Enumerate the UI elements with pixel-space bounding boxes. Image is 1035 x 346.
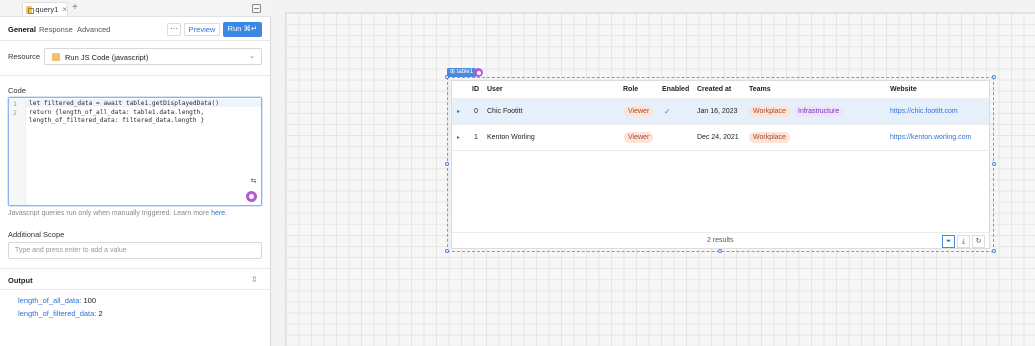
cell-created-at: Dec 24, 2021 [697,134,739,141]
query-tab-label: query1 [35,5,59,14]
team-tag: Workplace [749,132,790,143]
resource-value: Run JS Code (javascript) [65,53,149,62]
column-header-enabled[interactable]: Enabled [662,86,689,93]
team-tag: Workplace [749,106,790,117]
team-tag: Infrastructure [794,106,844,117]
line-number: 2 [13,109,17,117]
results-count: 2 results [707,237,734,244]
resize-handle[interactable] [992,75,996,79]
table-row[interactable]: ▸ 1 Kenton Worling Viewer Dec 24, 2021 W… [452,124,989,150]
tab-advanced[interactable]: Advanced [77,25,110,34]
close-icon[interactable]: × [62,5,67,14]
column-header-created-at[interactable]: Created at [697,86,731,93]
resize-handle[interactable] [445,162,449,166]
table-row[interactable]: ▸ 0 Chic Footitt Viewer ✓ Jan 16, 2023 W… [452,98,989,124]
download-icon[interactable]: ⤓ [957,235,970,248]
code-line: length_of_filtered_data: filtered_data.l… [29,117,205,124]
cell-user: Kenton Worling [487,134,535,141]
cell-created-at: Jan 16, 2023 [697,108,738,115]
code-line: return {length_of_all_data: table1.data.… [29,109,205,116]
query-tab-bar: query1 × + [0,0,271,17]
check-icon: ✓ [664,107,671,116]
cell-id: 0 [474,108,478,115]
query-editor-panel: query1 × + General Response Advanced ···… [0,0,271,346]
column-header-teams[interactable]: Teams [749,86,771,93]
resize-handle[interactable] [992,162,996,166]
website-link[interactable]: https://kenton.worling.com [890,134,971,141]
output-row: length_of_filtered_data: 2 [18,309,103,318]
js-resource-icon [52,53,60,61]
output-key: length_of_all_data: [18,296,82,305]
role-tag: Viewer [624,132,654,143]
run-button[interactable]: Run ⌘↵ [223,22,262,37]
js-query-icon [26,5,35,14]
tab-general[interactable]: General [8,25,36,34]
divider [0,75,271,76]
expand-output-icon[interactable]: ⇳ [251,275,258,284]
column-header-website[interactable]: Website [890,86,917,93]
role-tag: Viewer [624,106,654,117]
code-line: let filtered_data = await table1.getDisp… [29,100,219,107]
resize-handle[interactable] [992,249,996,253]
component-tag[interactable]: ⊞ table1 [447,68,477,77]
divider [0,268,271,269]
hint-text: Javascript queries run only when manuall… [8,210,212,217]
refresh-icon[interactable]: ↻ [972,235,985,248]
expand-row-icon[interactable]: ▸ [457,134,460,141]
table1[interactable]: ID User Role Enabled Created at Teams We… [451,80,990,249]
line-number: 1 [13,100,17,108]
filter-icon[interactable]: ⏷ [942,235,955,248]
output-value: 100 [83,296,96,305]
tab-response[interactable]: Response [39,25,73,34]
cell-user: Chic Footitt [487,108,523,115]
expand-row-icon[interactable]: ▸ [457,108,460,115]
code-label: Code [8,86,26,95]
output-label: Output [8,276,33,285]
query-tab[interactable]: query1 × [22,2,68,16]
resource-select[interactable]: Run JS Code (javascript) ⌄ [44,48,262,65]
resize-handle[interactable] [718,249,722,253]
preview-button[interactable]: Preview [184,23,220,36]
learn-more-link[interactable]: here [211,210,225,217]
line-gutter: 1 2 [9,98,26,205]
resource-label: Resource [8,52,41,61]
additional-scope-label: Additional Scope [8,230,65,239]
output-key: length_of_filtered_data: [18,309,97,318]
chevron-down-icon: ⌄ [249,53,255,60]
additional-scope-input[interactable]: Type and press enter to add a value [8,242,262,259]
resize-handle[interactable] [445,249,449,253]
trigger-hint: Javascript queries run only when manuall… [8,210,227,217]
row-divider [452,150,989,151]
website-link[interactable]: https://chic.footitt.com [890,108,958,115]
divider [0,289,271,290]
ai-assist-icon[interactable] [474,68,483,77]
more-options-button[interactable]: ··· [167,23,181,36]
output-row: length_of_all_data: 100 [18,296,96,305]
code-editor[interactable]: 1 2 let filtered_data = await table1.get… [8,97,262,206]
add-tab-icon[interactable]: + [72,2,78,13]
collapse-panel-icon[interactable] [252,4,261,13]
resize-handle[interactable] [445,75,449,79]
table-footer: 2 results ⏷ ⤓ ↻ [452,232,989,249]
cell-id: 1 [474,134,478,141]
output-value: 2 [98,309,103,318]
column-header-role[interactable]: Role [623,86,638,93]
column-header-user[interactable]: User [487,86,503,93]
column-header-id[interactable]: ID [472,86,479,93]
ai-assist-icon[interactable] [246,191,257,202]
format-code-icon[interactable]: ⇆ [249,177,258,186]
hint-end: . [225,210,228,217]
